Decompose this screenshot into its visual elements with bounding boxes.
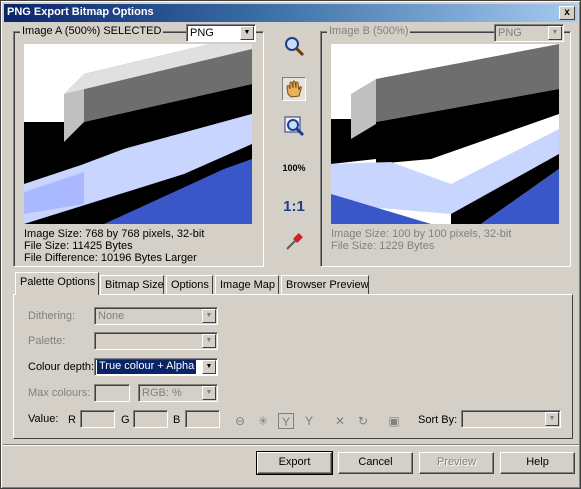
- b-input[interactable]: [185, 410, 220, 428]
- palette-label: Palette:: [28, 335, 66, 347]
- zoom-100-button[interactable]: 100%: [282, 157, 306, 181]
- sort-by-select[interactable]: ▼: [461, 410, 561, 428]
- image-b-file-size: File Size: 1229 Bytes: [331, 240, 435, 252]
- dithering-value: None: [98, 310, 125, 322]
- image-b-preview[interactable]: [331, 44, 559, 224]
- tab-label: Image Map: [220, 279, 276, 291]
- colour-depth-value: True colour + Alpha: [97, 360, 197, 374]
- zoom-tool-button[interactable]: [282, 35, 306, 59]
- web-safe-icon[interactable]: Y: [278, 413, 294, 429]
- sort-by-label: Sort By:: [418, 414, 458, 426]
- tab-options[interactable]: Options: [166, 275, 213, 295]
- chevron-down-icon: ▼: [545, 412, 559, 426]
- chevron-down-icon: ▼: [202, 309, 216, 323]
- pan-tool-button[interactable]: [282, 77, 306, 101]
- g-input[interactable]: [133, 410, 168, 428]
- image-b-size-info: Image Size: 100 by 100 pixels, 32-bit: [331, 228, 512, 240]
- zoom-to-box-icon: [284, 116, 305, 137]
- palette-save-icon[interactable]: ▣: [386, 413, 402, 429]
- r-label: R: [68, 414, 76, 426]
- hand-icon: [286, 80, 302, 98]
- image-a-preview[interactable]: [24, 44, 252, 224]
- close-button[interactable]: x: [559, 6, 575, 20]
- window-title: PNG Export Bitmap Options: [7, 6, 154, 18]
- image-a-format-select[interactable]: PNG ▼: [186, 24, 256, 42]
- help-button-label: Help: [526, 456, 549, 468]
- tab-label: Palette Options: [20, 276, 96, 288]
- chevron-down-icon: ▼: [240, 26, 254, 40]
- cancel-button-label: Cancel: [358, 456, 393, 468]
- colour-depth-select[interactable]: True colour + Alpha ▼: [94, 358, 218, 376]
- image-a-format-value: PNG: [190, 27, 214, 39]
- preview-button[interactable]: Preview: [419, 452, 494, 474]
- dithering-select[interactable]: None ▼: [94, 307, 218, 325]
- eyedropper-button[interactable]: [282, 231, 306, 255]
- tab-image-map[interactable]: Image Map: [215, 275, 279, 295]
- export-button-label: Export: [278, 456, 311, 468]
- tab-label: Bitmap Size: [105, 279, 164, 291]
- preview-button-label: Preview: [436, 456, 477, 468]
- tab-browser-preview[interactable]: Browser Preview: [281, 275, 369, 295]
- r-input[interactable]: [80, 410, 115, 428]
- max-colours-label: Max colours:: [28, 387, 91, 399]
- magnifier-icon: [285, 37, 305, 57]
- zoom-100-label: 100%: [282, 163, 306, 173]
- max-colours-input[interactable]: [94, 384, 130, 402]
- colour-model-select[interactable]: RGB: % ▼: [138, 384, 218, 402]
- image-a-size-info: Image Size: 768 by 768 pixels, 32-bit: [24, 228, 205, 240]
- colour-depth-label: Colour depth:: [28, 361, 95, 373]
- image-b-format-value: PNG: [498, 27, 522, 39]
- value-label: Value:: [28, 413, 59, 425]
- actual-pixels-button[interactable]: 1:1: [282, 195, 306, 219]
- image-a-caption: Image A (500%) SELECTED: [20, 25, 164, 37]
- divider: [3, 444, 579, 446]
- chevron-down-icon: ▼: [202, 360, 216, 374]
- image-a-graphic: [24, 44, 252, 224]
- chevron-down-icon: ▼: [202, 334, 216, 348]
- transparent-colour-icon[interactable]: ✳: [255, 413, 271, 429]
- help-button[interactable]: Help: [500, 452, 575, 474]
- image-a-panel: Image A (500%) SELECTED Image Size: 768 …: [13, 25, 264, 267]
- tab-bitmap-size[interactable]: Bitmap Size: [100, 275, 164, 295]
- b-label: B: [173, 414, 181, 426]
- chevron-down-icon: ▼: [202, 386, 216, 400]
- image-b-format-select[interactable]: PNG ▼: [494, 24, 564, 42]
- image-b-panel: Image B (500%) Image Size: 100 by 100 pi…: [320, 25, 571, 267]
- tab-palette-options[interactable]: Palette Options: [15, 272, 99, 295]
- image-a-file-size: File Size: 11425 Bytes: [24, 240, 133, 252]
- palette-select[interactable]: ▼: [94, 332, 218, 350]
- tab-label: Options: [171, 279, 209, 291]
- colour-model-value: RGB: %: [142, 387, 182, 399]
- image-b-graphic: [331, 44, 559, 224]
- export-button[interactable]: Export: [256, 451, 333, 475]
- g-label: G: [121, 414, 130, 426]
- chevron-down-icon: ▼: [548, 26, 562, 40]
- image-a-file-difference: File Difference: 10196 Bytes Larger: [24, 252, 197, 264]
- title-bar[interactable]: PNG Export Bitmap Options x: [4, 4, 577, 22]
- actual-pixels-label: 1:1: [283, 198, 305, 215]
- lock-colour-icon[interactable]: ⊖: [232, 413, 248, 429]
- eyedropper-icon: [286, 233, 303, 250]
- image-b-caption: Image B (500%): [327, 25, 411, 37]
- dithering-label: Dithering:: [28, 310, 76, 322]
- export-dialog: PNG Export Bitmap Options x Image A (500…: [0, 0, 581, 489]
- delete-colour-icon[interactable]: ✕: [332, 413, 348, 429]
- restore-colour-icon[interactable]: ↻: [355, 413, 371, 429]
- cancel-button[interactable]: Cancel: [338, 452, 413, 474]
- zoom-box-button[interactable]: [282, 115, 306, 139]
- tab-label: Browser Preview: [286, 279, 369, 291]
- system-colour-icon[interactable]: Y: [301, 413, 317, 429]
